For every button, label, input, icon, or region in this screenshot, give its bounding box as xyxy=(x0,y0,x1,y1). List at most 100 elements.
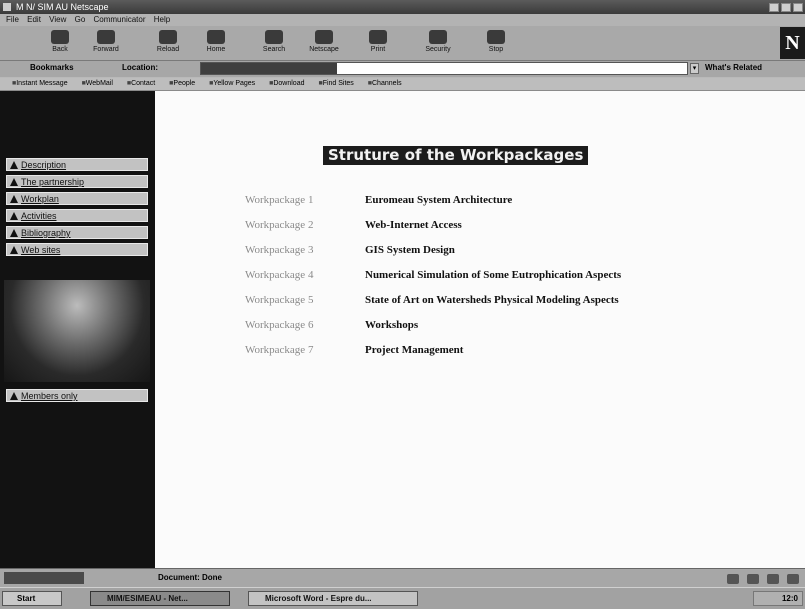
back-button[interactable]: Back xyxy=(42,28,78,58)
menu-communicator[interactable]: Communicator xyxy=(94,14,146,26)
search-icon xyxy=(265,30,283,44)
forward-button[interactable]: Forward xyxy=(88,28,124,58)
sidebar-item-partnership[interactable]: The partnership xyxy=(6,175,148,188)
sidebar: Description The partnership Workplan Act… xyxy=(0,91,155,568)
menu-help[interactable]: Help xyxy=(154,14,170,26)
whats-related-button[interactable]: What's Related xyxy=(705,63,762,72)
sidebar-item-description[interactable]: Description xyxy=(6,158,148,171)
workpackage-row: Workpackage 7 Project Management xyxy=(245,344,463,360)
bookmark-people[interactable]: People xyxy=(169,78,195,90)
print-icon xyxy=(369,30,387,44)
window-icon xyxy=(3,3,11,11)
triangle-bullet-icon xyxy=(10,246,18,254)
netscape-logo: N xyxy=(780,27,805,59)
window-title: M N/ SIM AU Netscape xyxy=(16,2,109,12)
bookmark-instant-message[interactable]: Instant Message xyxy=(12,78,67,90)
page-title: Struture of the Workpackages xyxy=(323,146,589,165)
triangle-bullet-icon xyxy=(10,178,18,186)
stop-icon xyxy=(487,30,505,44)
reload-button[interactable]: Reload xyxy=(150,28,186,58)
mail-icon[interactable] xyxy=(747,574,759,584)
taskbar: Start MIM/ESIMEAU - Net... Microsoft Wor… xyxy=(0,587,805,609)
forward-arrow-icon xyxy=(97,30,115,44)
menu-go[interactable]: Go xyxy=(75,14,86,26)
netscape-button[interactable]: Netscape xyxy=(306,28,342,58)
bookmarks-button[interactable]: Bookmarks xyxy=(30,63,74,72)
workpackage-label: Workpackage 2 xyxy=(245,219,314,231)
workpackage-row: Workpackage 6 Workshops xyxy=(245,319,418,335)
minimize-button[interactable] xyxy=(769,3,779,12)
bookmark-contact[interactable]: Contact xyxy=(127,78,155,90)
security-icon xyxy=(429,30,447,44)
workpackage-name[interactable]: GIS System Design xyxy=(365,244,455,256)
menu-file[interactable]: File xyxy=(6,14,19,26)
workpackage-name[interactable]: Project Management xyxy=(365,344,463,356)
discussion-icon[interactable] xyxy=(767,574,779,584)
title-bar: M N/ SIM AU Netscape xyxy=(0,0,805,14)
workpackage-name[interactable]: Workshops xyxy=(365,319,418,331)
menu-view[interactable]: View xyxy=(49,14,66,26)
workpackage-name[interactable]: Euromeau System Architecture xyxy=(365,194,512,206)
workpackage-name[interactable]: State of Art on Watersheds Physical Mode… xyxy=(365,294,619,306)
workpackage-name[interactable]: Numerical Simulation of Some Eutrophicat… xyxy=(365,269,621,281)
workpackage-row: Workpackage 3 GIS System Design xyxy=(245,244,455,260)
triangle-bullet-icon xyxy=(10,392,18,400)
reload-icon xyxy=(159,30,177,44)
maximize-button[interactable] xyxy=(781,3,791,12)
bookmark-find-sites[interactable]: Find Sites xyxy=(318,78,354,90)
triangle-bullet-icon xyxy=(10,161,18,169)
workpackage-label: Workpackage 6 xyxy=(245,319,314,331)
sidebar-landscape-image xyxy=(4,280,150,382)
composer-icon[interactable] xyxy=(787,574,799,584)
security-button[interactable]: Security xyxy=(420,28,456,58)
security-lock-icon[interactable] xyxy=(727,574,739,584)
print-button[interactable]: Print xyxy=(360,28,396,58)
workpackage-row: Workpackage 5 State of Art on Watersheds … xyxy=(245,294,619,310)
url-dropdown-button[interactable]: ▾ xyxy=(690,63,699,74)
location-toolbar: Bookmarks Location: ▾ What's Related xyxy=(0,61,805,77)
triangle-bullet-icon xyxy=(10,195,18,203)
main-panel: Struture of the Workpackages Workpackage… xyxy=(155,91,805,568)
location-label: Location: xyxy=(122,63,158,72)
triangle-bullet-icon xyxy=(10,212,18,220)
personal-toolbar: Instant Message WebMail Contact People Y… xyxy=(0,78,805,91)
taskbar-item-netscape[interactable]: MIM/ESIMEAU - Net... xyxy=(90,591,230,606)
workpackage-row: Workpackage 4 Numerical Simulation of Som… xyxy=(245,269,621,285)
home-icon xyxy=(207,30,225,44)
progress-indicator xyxy=(4,572,84,584)
workpackage-label: Workpackage 1 xyxy=(245,194,314,206)
bookmark-channels[interactable]: Channels xyxy=(368,78,402,90)
close-button[interactable] xyxy=(793,3,803,12)
stop-button[interactable]: Stop xyxy=(478,28,514,58)
browser-window: M N/ SIM AU Netscape File Edit View Go C… xyxy=(0,0,805,609)
search-button[interactable]: Search xyxy=(256,28,292,58)
workpackage-label: Workpackage 4 xyxy=(245,269,314,281)
sidebar-item-web-sites[interactable]: Web sites xyxy=(6,243,148,256)
menu-edit[interactable]: Edit xyxy=(27,14,41,26)
url-text xyxy=(201,63,337,74)
bookmark-yellow-pages[interactable]: Yellow Pages xyxy=(209,78,255,90)
netscape-icon xyxy=(315,30,333,44)
sidebar-item-bibliography[interactable]: Bibliography xyxy=(6,226,148,239)
bookmark-webmail[interactable]: WebMail xyxy=(82,78,113,90)
menu-bar: File Edit View Go Communicator Help xyxy=(0,14,805,26)
status-bar: Document: Done xyxy=(0,568,805,587)
sidebar-item-members-only[interactable]: Members only xyxy=(6,389,148,402)
back-arrow-icon xyxy=(51,30,69,44)
workpackage-row: Workpackage 2 Web-Internet Access xyxy=(245,219,462,235)
bookmark-download[interactable]: Download xyxy=(269,78,304,90)
workpackage-label: Workpackage 7 xyxy=(245,344,314,356)
system-tray-clock: 12:0 xyxy=(753,591,803,606)
navigation-toolbar: Back Forward Reload Home Search Netscape… xyxy=(0,26,805,61)
workpackage-name[interactable]: Web-Internet Access xyxy=(365,219,462,231)
sidebar-item-workplan[interactable]: Workplan xyxy=(6,192,148,205)
triangle-bullet-icon xyxy=(10,229,18,237)
taskbar-item-word[interactable]: Microsoft Word - Espre du... xyxy=(248,591,418,606)
status-text: Document: Done xyxy=(158,573,222,582)
workpackage-row: Workpackage 1 Euromeau System Architectur… xyxy=(245,194,512,210)
url-input[interactable] xyxy=(200,62,688,75)
start-button[interactable]: Start xyxy=(2,591,62,606)
home-button[interactable]: Home xyxy=(198,28,234,58)
sidebar-item-activities[interactable]: Activities xyxy=(6,209,148,222)
workpackage-label: Workpackage 5 xyxy=(245,294,314,306)
